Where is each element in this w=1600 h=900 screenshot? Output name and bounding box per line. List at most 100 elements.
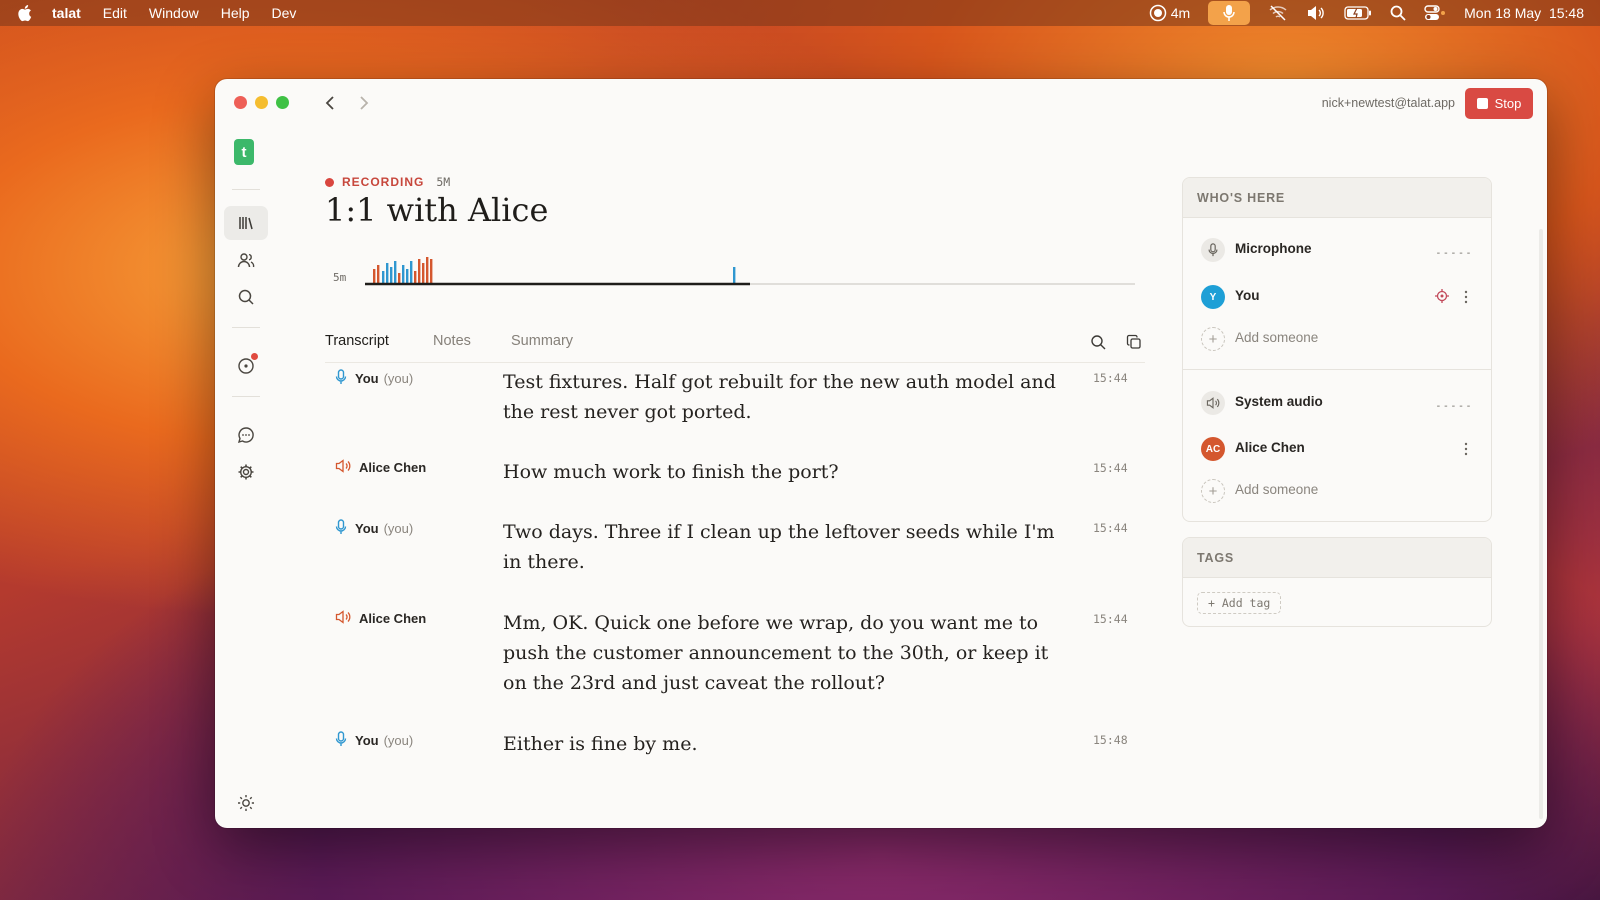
app-window: nick+newtest@talat.app Stop t RECORDING … bbox=[215, 79, 1547, 828]
menu-help[interactable]: Help bbox=[221, 5, 250, 21]
tab-transcript[interactable]: Transcript bbox=[325, 333, 389, 349]
tab-summary[interactable]: Summary bbox=[511, 333, 573, 349]
menu-window[interactable]: Window bbox=[149, 5, 199, 21]
copy-icon[interactable] bbox=[1123, 331, 1145, 353]
waveform-bar bbox=[414, 271, 417, 283]
macos-menubar: talat Edit Window Help Dev 4m Mon 18 May… bbox=[0, 0, 1600, 26]
utterance-time[interactable]: 15:48 bbox=[1093, 733, 1128, 747]
utterance-time[interactable]: 15:44 bbox=[1093, 521, 1128, 535]
notification-dot bbox=[251, 353, 258, 360]
stop-recording-button[interactable]: Stop bbox=[1465, 88, 1533, 119]
maximize-window-button[interactable] bbox=[276, 96, 289, 109]
waveform-bar bbox=[382, 271, 385, 283]
minimize-window-button[interactable] bbox=[255, 96, 268, 109]
sidebar-item-chat[interactable] bbox=[224, 418, 268, 452]
control-center-icon[interactable] bbox=[1424, 5, 1446, 21]
waveform-bar bbox=[398, 273, 401, 283]
system-audio-source-row[interactable]: System audio ----- bbox=[1183, 383, 1491, 423]
waveform-bar bbox=[418, 259, 421, 283]
speaker-name: You bbox=[355, 371, 379, 386]
waveform-bar bbox=[390, 267, 393, 283]
speaker: You (you) bbox=[335, 519, 413, 538]
plus-icon: + bbox=[1201, 327, 1225, 351]
tags-heading: TAGS bbox=[1183, 538, 1491, 578]
theme-toggle-button[interactable] bbox=[234, 791, 258, 815]
spotlight-search-icon[interactable] bbox=[1390, 5, 1406, 21]
speaker: Alice Chen bbox=[335, 459, 426, 476]
utterance-text: Mm, OK. Quick one before we wrap, do you… bbox=[503, 612, 1049, 694]
speaker-you-tag: (you) bbox=[383, 371, 414, 386]
audio-timeline[interactable]: 5m bbox=[325, 249, 1145, 299]
utterance-time[interactable]: 15:44 bbox=[1093, 461, 1128, 475]
menubar-clock[interactable]: Mon 18 May 15:48 bbox=[1464, 5, 1584, 21]
tab-notes[interactable]: Notes bbox=[433, 333, 471, 349]
stop-label: Stop bbox=[1494, 96, 1522, 111]
avatar: Y bbox=[1201, 285, 1225, 309]
participant-row-alice[interactable]: AC Alice Chen bbox=[1183, 429, 1491, 469]
recording-dot-icon bbox=[325, 177, 334, 187]
library-icon bbox=[239, 217, 253, 230]
participants-heading: WHO'S HERE bbox=[1183, 178, 1491, 218]
waveform-bar bbox=[422, 263, 425, 283]
app-logo[interactable]: t bbox=[234, 139, 254, 165]
account-email: nick+newtest@talat.app bbox=[1321, 96, 1455, 110]
close-window-button[interactable] bbox=[234, 96, 247, 109]
speaker-name: You bbox=[355, 521, 379, 536]
speaker-name: You bbox=[355, 733, 379, 748]
participant-name: Alice Chen bbox=[1235, 440, 1305, 455]
meeting-title[interactable]: 1:1 with Alice bbox=[325, 191, 548, 229]
gear-icon bbox=[238, 464, 254, 480]
sidebar-item-library[interactable] bbox=[224, 206, 268, 240]
participant-row-you[interactable]: Y You bbox=[1183, 277, 1491, 317]
microphone-in-use-icon[interactable] bbox=[1208, 1, 1251, 25]
add-someone-microphone[interactable]: + Add someone bbox=[1183, 319, 1491, 359]
window-scrollbar[interactable] bbox=[1539, 229, 1543, 819]
recording-elapsed: 4m bbox=[1170, 5, 1191, 21]
crosshair-icon[interactable] bbox=[1435, 289, 1449, 303]
wifi-off-icon[interactable] bbox=[1268, 5, 1288, 21]
waveform-bar bbox=[430, 259, 433, 283]
transcript-search-icon[interactable] bbox=[1087, 331, 1109, 353]
menu-dev[interactable]: Dev bbox=[272, 5, 297, 21]
add-tag-button[interactable]: + Add tag bbox=[1197, 592, 1282, 614]
window-controls bbox=[234, 96, 289, 109]
battery-icon[interactable] bbox=[1344, 6, 1372, 20]
utterance-text: Test fixtures. Half got rebuilt for the … bbox=[503, 371, 1056, 423]
speaker-you-tag: (you) bbox=[383, 733, 414, 748]
apple-icon[interactable] bbox=[16, 4, 34, 22]
more-options-icon[interactable] bbox=[1461, 287, 1471, 307]
utterance-time[interactable]: 15:44 bbox=[1093, 371, 1128, 385]
waveform-bar bbox=[394, 261, 397, 283]
input-level-meter: ----- bbox=[1435, 248, 1473, 259]
menu-app-name[interactable]: talat bbox=[52, 5, 81, 21]
more-options-icon[interactable] bbox=[1461, 439, 1471, 459]
input-level-meter: ----- bbox=[1435, 401, 1473, 412]
utterance-text: How much work to finish the port? bbox=[503, 461, 839, 483]
people-icon bbox=[237, 253, 255, 268]
sidebar-divider bbox=[232, 327, 260, 328]
sidebar-item-search[interactable] bbox=[224, 280, 268, 314]
chat-icon bbox=[237, 427, 254, 444]
sidebar-item-people[interactable] bbox=[224, 243, 268, 277]
add-someone-system-audio[interactable]: + Add someone bbox=[1183, 471, 1491, 511]
waveform-bar bbox=[386, 263, 389, 283]
utterance-text: Two days. Three if I clean up the leftov… bbox=[503, 521, 1055, 573]
waveform-graphic bbox=[365, 257, 1135, 286]
speaker-volume-icon bbox=[335, 610, 351, 627]
recording-label: RECORDING bbox=[342, 175, 425, 189]
utterance-time[interactable]: 15:44 bbox=[1093, 612, 1128, 626]
menu-edit[interactable]: Edit bbox=[103, 5, 127, 21]
sidebar: t bbox=[224, 137, 268, 817]
sidebar-item-settings[interactable] bbox=[224, 455, 268, 489]
sidebar-item-activity[interactable] bbox=[224, 349, 268, 383]
meeting-view: RECORDING 5M 1:1 with Alice 5m Transcrip… bbox=[325, 79, 1145, 828]
waveform-bar bbox=[410, 261, 413, 283]
panel-divider bbox=[1183, 369, 1491, 370]
participant-name: You bbox=[1235, 288, 1260, 303]
volume-icon[interactable] bbox=[1306, 5, 1326, 21]
microphone-source-row[interactable]: Microphone ----- bbox=[1183, 230, 1491, 270]
recording-status: RECORDING 5M bbox=[325, 175, 450, 189]
recording-status-item[interactable]: 4m bbox=[1149, 4, 1190, 22]
search-icon bbox=[238, 289, 254, 305]
sun-icon bbox=[238, 795, 254, 811]
